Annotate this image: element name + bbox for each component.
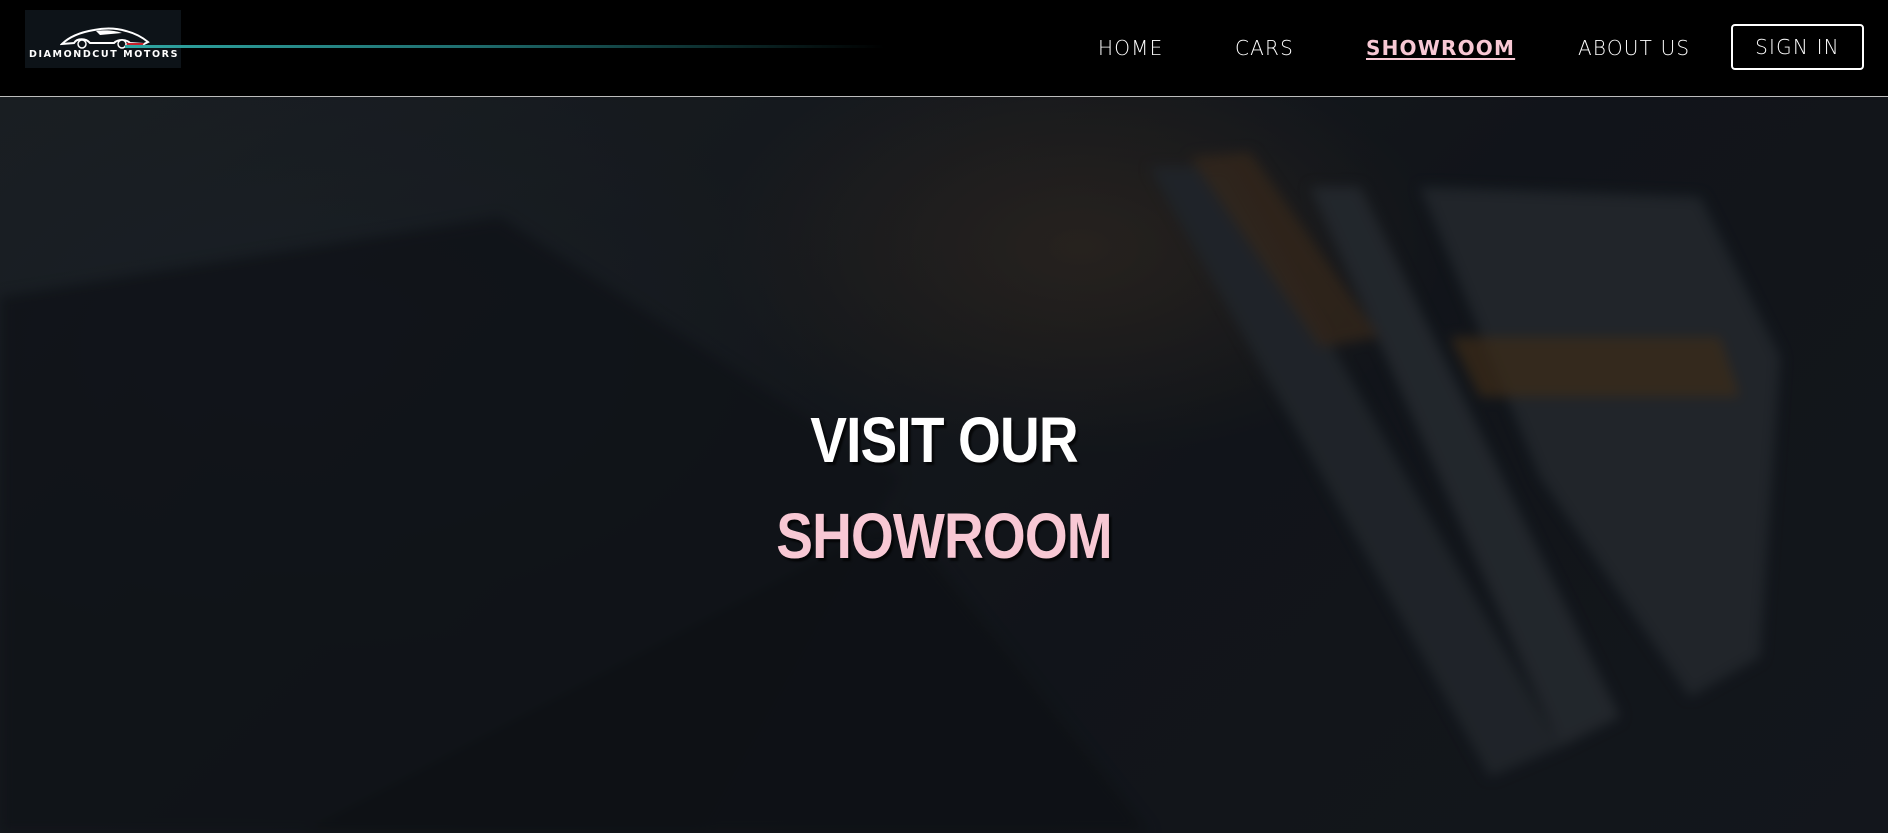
hero-title-line-2: SHOWROOM — [776, 500, 1112, 572]
hero-title: VISIT OUR SHOWROOM — [132, 392, 1756, 584]
brand-name: DIAMONDCUT MOTORS — [28, 49, 180, 60]
nav-home[interactable]: HOME — [1098, 36, 1163, 60]
brand-logo[interactable]: DIAMONDCUT MOTORS — [25, 10, 181, 68]
hero-title-line-1: VISIT OUR — [810, 404, 1078, 476]
sign-in-button[interactable]: SIGN IN — [1731, 24, 1864, 70]
nav-cars[interactable]: CARS — [1235, 36, 1294, 60]
nav-showroom[interactable]: SHOWROOM — [1366, 36, 1515, 60]
header-accent-line — [125, 45, 885, 48]
site-header: DIAMONDCUT MOTORS HOME CARS SHOWROOM ABO… — [0, 0, 1888, 97]
nav-about-us[interactable]: ABOUT US — [1578, 36, 1690, 60]
hero-section: VISIT OUR SHOWROOM — [0, 97, 1888, 833]
